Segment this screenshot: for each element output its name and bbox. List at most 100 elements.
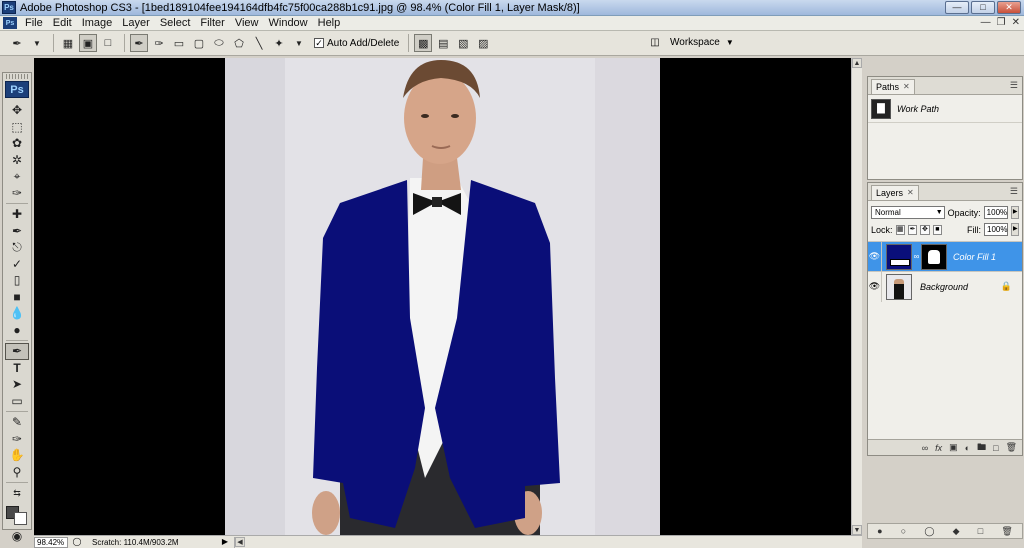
background-color-swatch[interactable] xyxy=(14,511,27,525)
lasso-tool-icon[interactable]: ✿ xyxy=(5,135,29,152)
tab-paths[interactable]: Paths ✕ xyxy=(871,79,915,94)
shape-layers-icon[interactable]: ▦ xyxy=(59,34,77,52)
eraser-tool-icon[interactable]: ▯ xyxy=(5,272,29,289)
quick-mask-icon[interactable]: ◉ xyxy=(5,528,29,545)
dodge-tool-icon[interactable]: ● xyxy=(5,322,29,339)
menu-layer[interactable]: Layer xyxy=(117,17,155,29)
fill-input[interactable]: 100% xyxy=(984,223,1009,236)
lock-all-icon[interactable]: ■ xyxy=(932,224,943,235)
auto-add-delete-option[interactable]: ✓ Auto Add/Delete xyxy=(314,38,399,49)
adjustment-layer-icon[interactable]: ◐ xyxy=(965,443,970,453)
doc-minimize-icon[interactable]: — xyxy=(981,17,991,28)
menu-select[interactable]: Select xyxy=(155,17,196,29)
path-item[interactable]: ▇ Work Path xyxy=(868,95,1022,123)
notes-tool-icon[interactable]: ✎ xyxy=(5,414,29,431)
new-layer-icon[interactable]: □ xyxy=(993,443,998,453)
vertical-scrollbar[interactable]: ▲ ▼ xyxy=(851,58,862,535)
opacity-input[interactable]: 100% xyxy=(983,206,1009,219)
screen-mode-icon[interactable]: ▤ xyxy=(5,544,29,548)
marquee-tool-icon[interactable]: ⬚ xyxy=(5,119,29,136)
preset-dropdown-icon[interactable]: ▼ xyxy=(28,34,46,52)
scroll-down-icon[interactable]: ▼ xyxy=(852,525,862,535)
link-layers-icon[interactable]: ∞ xyxy=(922,443,928,453)
fill-pixels-icon[interactable]: □ xyxy=(99,34,117,52)
add-mask-icon[interactable]: ▣ xyxy=(949,442,958,453)
swap-colors-icon[interactable]: ⇆ xyxy=(5,485,29,502)
menu-filter[interactable]: Filter xyxy=(195,17,229,29)
layer-style-icon[interactable]: fx xyxy=(935,443,942,453)
menu-image[interactable]: Image xyxy=(77,17,118,29)
shape-tool-icon[interactable]: ▭ xyxy=(5,393,29,410)
menu-window[interactable]: Window xyxy=(264,17,313,29)
load-selection-icon[interactable]: ◯ xyxy=(924,526,934,537)
horizontal-scrollbar[interactable]: ◀ xyxy=(234,536,862,548)
palette-well-icon[interactable]: ◫ xyxy=(646,34,664,50)
visibility-eye-icon[interactable]: 👁 xyxy=(868,271,882,302)
scroll-up-icon[interactable]: ▲ xyxy=(852,58,862,68)
toolbox-grip[interactable] xyxy=(6,74,28,79)
zoom-tool-icon[interactable]: ⚲ xyxy=(5,464,29,481)
auto-add-delete-checkbox[interactable]: ✓ xyxy=(314,38,324,48)
doc-restore-icon[interactable]: ❐ xyxy=(997,17,1006,28)
menu-view[interactable]: View xyxy=(230,17,264,29)
layer-row-background[interactable]: 👁 Background 🔒 xyxy=(868,271,1022,302)
rectangle-shape-icon[interactable]: ▭ xyxy=(170,34,188,52)
make-work-path-icon[interactable]: ◆ xyxy=(953,526,960,537)
pen-tool-preset-icon[interactable]: ✒ xyxy=(8,34,26,52)
crop-tool-icon[interactable]: ⌖ xyxy=(5,168,29,185)
layer-row-color-fill[interactable]: 👁 ∞ Color Fill 1 xyxy=(868,241,1022,272)
close-tab-icon[interactable]: ✕ xyxy=(907,186,914,200)
gradient-tool-icon[interactable]: ■ xyxy=(5,289,29,306)
minimize-icon[interactable]: — xyxy=(945,1,969,14)
tab-layers[interactable]: Layers ✕ xyxy=(871,185,919,200)
color-fill-thumbnail[interactable] xyxy=(886,243,912,270)
polygon-icon[interactable]: ⬠ xyxy=(230,34,248,52)
zoom-level[interactable]: 98.42% xyxy=(34,536,68,548)
scroll-left-icon[interactable]: ◀ xyxy=(235,537,245,547)
ps-menu-icon[interactable]: Ps xyxy=(3,17,17,29)
layer-mask-thumbnail[interactable] xyxy=(921,243,947,270)
move-tool-icon[interactable]: ✥ xyxy=(5,102,29,119)
workspace-dropdown-icon[interactable]: ▼ xyxy=(726,38,734,47)
line-icon[interactable]: ╲ xyxy=(250,34,268,52)
pen-tool-icon[interactable]: ✒ xyxy=(5,343,29,360)
visibility-eye-icon[interactable]: 👁 xyxy=(868,241,882,272)
fill-path-icon[interactable]: ● xyxy=(877,526,882,536)
delete-path-icon[interactable]: 🗑 xyxy=(1001,526,1012,537)
close-tab-icon[interactable]: ✕ xyxy=(903,80,910,94)
healing-brush-tool-icon[interactable]: ✚ xyxy=(5,206,29,223)
menu-file[interactable]: File xyxy=(20,17,48,29)
paths-mode-icon[interactable]: ▣ xyxy=(79,34,97,52)
status-menu-icon[interactable]: ▶ xyxy=(219,537,231,548)
fill-slider-icon[interactable]: ▶ xyxy=(1011,223,1020,236)
status-info-icon[interactable]: ◯ xyxy=(71,537,83,548)
path-selection-tool-icon[interactable]: ➤ xyxy=(5,376,29,393)
delete-layer-icon[interactable]: 🗑 xyxy=(1006,442,1017,453)
menu-help[interactable]: Help xyxy=(313,17,346,29)
new-group-icon[interactable]: 🖿 xyxy=(977,440,986,456)
freeform-pen-icon[interactable]: ✑ xyxy=(150,34,168,52)
document-canvas[interactable] xyxy=(34,58,851,535)
lock-image-icon[interactable]: ✒ xyxy=(907,224,918,235)
lock-transparency-icon[interactable]: ▦ xyxy=(895,224,905,235)
exclude-path-icon[interactable]: ▨ xyxy=(474,34,492,52)
doc-close-icon[interactable]: ✕ xyxy=(1012,17,1020,28)
stroke-path-icon[interactable]: ○ xyxy=(901,526,906,536)
maximize-icon[interactable]: □ xyxy=(971,1,995,14)
blur-tool-icon[interactable]: 💧 xyxy=(5,305,29,322)
eyedropper-tool-icon[interactable]: ✑ xyxy=(5,431,29,448)
subtract-path-icon[interactable]: ▤ xyxy=(434,34,452,52)
workspace-label[interactable]: Workspace xyxy=(670,37,720,48)
clone-stamp-tool-icon[interactable]: ⎋ xyxy=(5,239,29,256)
custom-shape-icon[interactable]: ✦ xyxy=(270,34,288,52)
hand-tool-icon[interactable]: ✋ xyxy=(5,447,29,464)
lock-position-icon[interactable]: ✥ xyxy=(920,224,930,235)
add-to-path-icon[interactable]: ▩ xyxy=(414,34,433,52)
magic-wand-tool-icon[interactable]: ✲ xyxy=(5,152,29,169)
type-tool-icon[interactable]: T xyxy=(5,360,29,377)
rounded-rectangle-icon[interactable]: ▢ xyxy=(190,34,208,52)
panel-menu-icon[interactable]: ☰ xyxy=(1010,186,1018,197)
workspace-control[interactable]: ◫ Workspace ▼ xyxy=(646,34,734,50)
panel-menu-icon[interactable]: ☰ xyxy=(1010,80,1018,91)
ps-logo[interactable]: Ps xyxy=(5,81,29,98)
